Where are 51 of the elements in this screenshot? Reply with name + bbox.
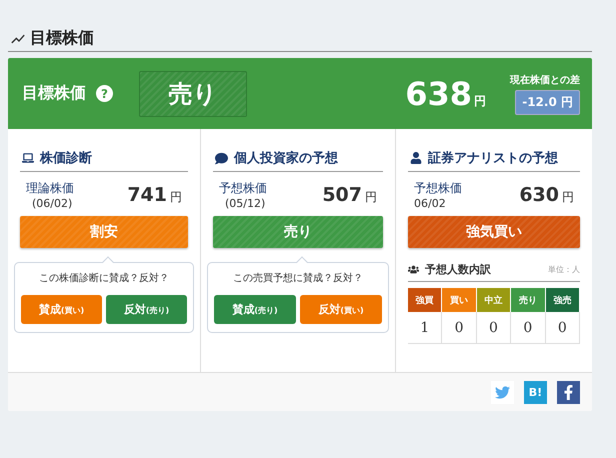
speech-bubble-icon xyxy=(215,152,228,164)
table-header: 強売 xyxy=(546,288,580,312)
rating-label: 売り xyxy=(139,70,247,116)
help-icon[interactable]: ? xyxy=(96,85,113,102)
price-date: (06/02) xyxy=(31,197,74,210)
unit-note: 単位：人 xyxy=(548,264,580,275)
price-date: 06/02 xyxy=(414,197,447,210)
price-value: 507 xyxy=(322,184,362,206)
column-title: 個人投資家の予想 xyxy=(234,150,338,167)
price-unit: 円 xyxy=(365,190,377,204)
price-unit: 円 xyxy=(170,190,182,204)
table-cell: 1 xyxy=(408,312,442,344)
person-icon xyxy=(410,152,422,164)
difference-value: -12.0 円 xyxy=(515,90,580,114)
rating-label: 売り xyxy=(213,216,383,248)
price-label: 理論株価 xyxy=(26,180,74,197)
hatena-share-button[interactable]: B! xyxy=(524,380,547,404)
bird-icon xyxy=(495,384,510,400)
facebook-share-button[interactable] xyxy=(557,380,580,404)
breakdown-title: 予想人数内訳 xyxy=(425,262,491,277)
price-unit: 円 xyxy=(474,92,486,110)
rating-label: 割安 xyxy=(20,216,188,248)
price-unit: 円 xyxy=(562,190,574,204)
table-cell: 0 xyxy=(546,312,580,344)
rating-label: 強気買い xyxy=(408,216,580,248)
table-header: 強買 xyxy=(408,288,442,312)
vote-question: この株価診断に賛成？反対？ xyxy=(39,272,169,285)
price-label: 予想株価 xyxy=(219,180,267,197)
price-value: 630 xyxy=(519,184,559,206)
difference-label: 現在株価との差 xyxy=(510,74,580,86)
vote-question: この売買予想に賛成？反対？ xyxy=(233,272,363,285)
column-title: 証券アナリストの予想 xyxy=(428,150,558,167)
vote-button[interactable]: 賛成(買い) xyxy=(21,295,102,324)
price-date: (05/12) xyxy=(224,197,266,210)
table-cell: 0 xyxy=(442,312,477,344)
vote-button[interactable]: 反対(買い) xyxy=(300,295,382,324)
table-header: 売り xyxy=(511,288,546,312)
price-label: 予想株価 xyxy=(414,180,462,197)
people-icon xyxy=(408,264,419,275)
banner-label: 目標株価 xyxy=(22,83,86,104)
table-cell: 0 xyxy=(476,312,512,344)
vote-button[interactable]: 賛成(売り) xyxy=(214,295,296,324)
vote-button[interactable]: 反対(売り) xyxy=(106,295,187,324)
price-value: 741 xyxy=(127,184,167,206)
section-title: 目標株価 xyxy=(30,28,94,49)
target-price: 638 xyxy=(405,74,472,112)
laptop-icon xyxy=(22,152,34,164)
table-header: 買い xyxy=(442,288,477,312)
column-title: 株価診断 xyxy=(40,150,92,167)
table-header: 中立 xyxy=(476,288,512,312)
table-cell: 0 xyxy=(511,312,546,344)
